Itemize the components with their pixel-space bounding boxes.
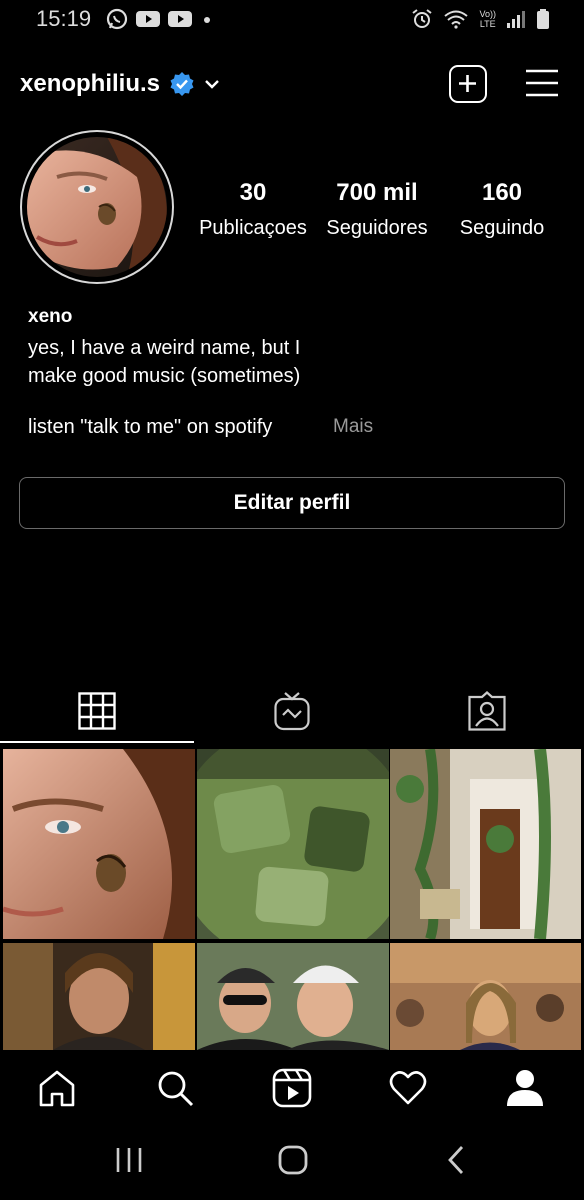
notification-dot-icon [204,17,210,23]
matcha-iced-drink-photo [197,749,389,939]
bio-line-1: yes, I have a weird name, but I [28,337,301,359]
following-label: Seguindo [459,217,545,239]
followers-label: Seguidores [326,217,428,239]
youtube-icon [136,11,160,27]
posts-label: Publicaçoes [199,217,307,239]
profile-icon [507,1070,543,1106]
recents-icon[interactable] [113,1146,145,1174]
grid-icon [78,692,116,730]
bio-line-2: make good music (sometimes) [28,365,301,387]
nav-search[interactable] [145,1060,205,1116]
volte-icon: Vo)) LTE [479,9,496,29]
bio-link-line: listen "talk to me" on spotify [28,416,273,438]
signal-icon [507,11,525,28]
street-crowd-photo [390,943,581,1050]
nav-reels[interactable] [262,1060,322,1116]
igtv-icon [274,692,310,731]
followers-stat[interactable]: 700 mil Seguidores [320,179,434,240]
tab-posts-grid[interactable] [0,680,194,742]
bio-text: yes, I have a weird name, but I make goo… [28,334,348,390]
bio-more-link[interactable]: Mais [333,416,373,438]
search-icon [158,1071,194,1107]
wifi-icon [444,10,469,29]
status-right-icons: Vo)) LTE [411,8,550,30]
following-stat[interactable]: 160 Seguindo [447,179,557,240]
youtube-icon [168,11,192,27]
back-icon[interactable] [444,1144,468,1176]
grid-post-4[interactable] [3,943,195,1050]
selfie-with-snail-photo [3,749,195,939]
tab-igtv[interactable] [195,680,389,742]
home-icon [39,1070,75,1107]
tagged-icon [468,691,506,731]
profile-avatar[interactable] [27,137,167,277]
status-time: 15:19 [36,6,92,31]
bio-display-name: xeno [28,306,73,327]
profile-username[interactable]: xenophiliu.s [20,70,160,98]
home-circle-icon[interactable] [277,1144,309,1176]
grid-post-6[interactable] [390,943,581,1050]
whatsapp-icon [106,8,128,30]
edit-profile-button[interactable]: Editar perfil [19,477,565,529]
alarm-icon [412,9,433,28]
menu-hamburger-icon[interactable] [525,68,559,98]
active-tab-indicator [0,741,194,743]
two-friends-in-caps-photo [197,943,389,1050]
plant-filled-hallway-photo [390,749,581,939]
plus-icon [459,75,476,92]
volte-bottom-label: LTE [479,19,496,29]
posts-count: 30 [239,179,267,206]
verified-badge-icon [170,72,194,96]
grid-post-2[interactable] [197,749,389,939]
avatar-photo [27,137,167,277]
following-count: 160 [481,179,523,206]
volte-top-label: Vo)) [479,9,496,19]
tab-tagged[interactable] [390,680,584,742]
new-post-button[interactable] [449,65,487,103]
grid-post-1[interactable] [3,749,195,939]
status-left-icons [106,8,214,30]
followers-count: 700 mil [336,179,418,206]
grid-post-3[interactable] [390,749,581,939]
account-switch-chevron-icon[interactable] [203,75,221,93]
posts-stat[interactable]: 30 Publicaçoes [193,179,313,240]
nav-profile[interactable] [495,1060,555,1116]
nav-home[interactable] [27,1060,87,1116]
nav-activity[interactable] [378,1060,438,1116]
battery-icon [537,9,549,29]
heart-icon [389,1071,427,1105]
smiling-man-indoors-photo [3,943,195,1050]
grid-post-5[interactable] [197,943,389,1050]
reels-icon [272,1068,312,1108]
